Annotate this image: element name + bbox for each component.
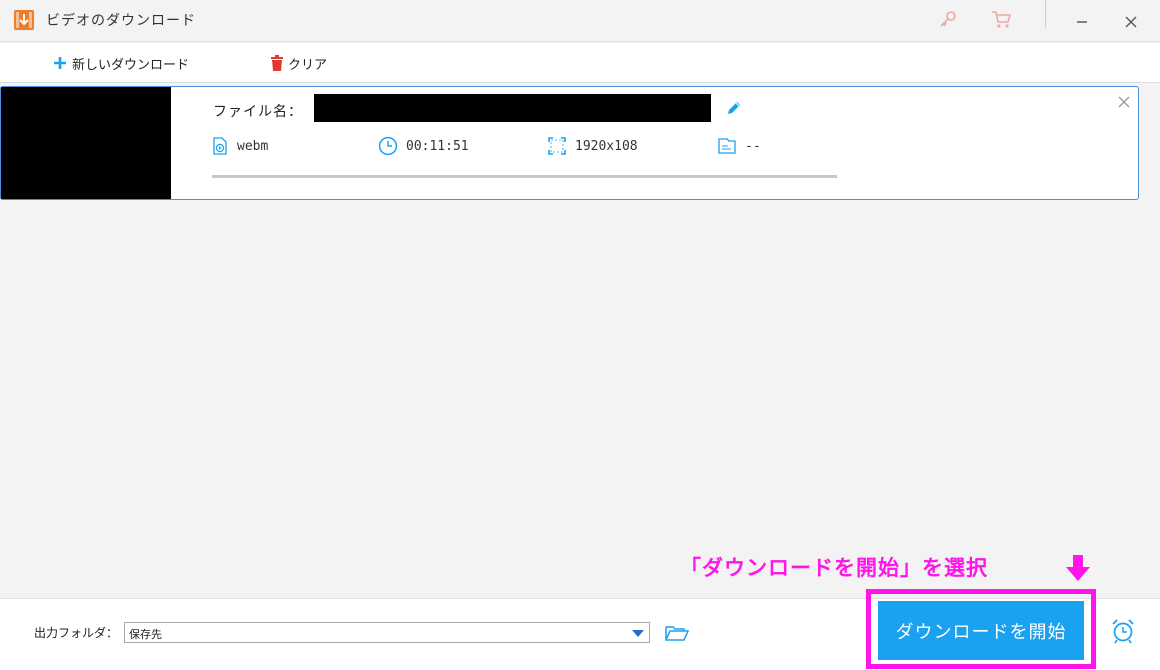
output-folder-label: 出力フォルダ： bbox=[34, 626, 119, 640]
clear-button[interactable]: クリア bbox=[270, 52, 327, 74]
download-task-card[interactable]: ファイル名： webm 00:11:51 1920x108 -- bbox=[0, 86, 1139, 200]
cart-icon[interactable] bbox=[988, 8, 1014, 30]
trash-icon bbox=[271, 55, 283, 71]
clear-label: クリア bbox=[288, 57, 328, 73]
format-info: webm bbox=[211, 136, 268, 156]
plus-icon bbox=[54, 57, 66, 69]
output-folder-select[interactable]: 保存先 bbox=[124, 622, 650, 643]
duration-value: 00:11:51 bbox=[406, 138, 469, 154]
start-download-button[interactable]: ダウンロードを開始 bbox=[878, 601, 1084, 660]
minimize-icon[interactable] bbox=[1069, 8, 1095, 30]
close-icon[interactable] bbox=[1118, 8, 1144, 30]
pencil-icon[interactable] bbox=[725, 99, 743, 117]
download-list: ファイル名： webm 00:11:51 1920x108 -- bbox=[0, 84, 1160, 598]
new-download-button[interactable]: 新しいダウンロード bbox=[52, 52, 189, 74]
download-progress-bar bbox=[212, 175, 837, 178]
size-value: -- bbox=[745, 138, 761, 154]
filename-field[interactable] bbox=[314, 94, 711, 122]
video-file-icon bbox=[213, 137, 227, 155]
clock-icon bbox=[378, 136, 398, 156]
download-app-icon bbox=[14, 10, 34, 30]
titlebar-separator bbox=[1045, 0, 1046, 28]
key-icon[interactable] bbox=[935, 8, 961, 30]
duration-info: 00:11:51 bbox=[378, 136, 469, 156]
document-icon bbox=[718, 138, 736, 154]
window-title: ビデオのダウンロード bbox=[46, 13, 196, 29]
title-bar: ビデオのダウンロード bbox=[0, 0, 1160, 42]
toolbar: 新しいダウンロード クリア bbox=[0, 43, 1160, 83]
format-value: webm bbox=[237, 138, 269, 154]
down-arrow-icon bbox=[1063, 553, 1093, 583]
output-folder-value: 保存先 bbox=[129, 628, 162, 641]
video-thumbnail bbox=[1, 87, 171, 199]
resolution-icon bbox=[548, 137, 566, 155]
size-info: -- bbox=[717, 136, 761, 156]
close-task-icon[interactable] bbox=[1117, 94, 1131, 108]
chevron-down-icon bbox=[632, 630, 644, 637]
alarm-clock-icon[interactable] bbox=[1110, 618, 1136, 644]
resolution-value: 1920x108 bbox=[575, 138, 638, 154]
annotation-text: 「ダウンロードを開始」を選択 bbox=[680, 556, 988, 580]
new-download-label: 新しいダウンロード bbox=[72, 57, 190, 73]
filename-label: ファイル名： bbox=[213, 104, 303, 120]
open-folder-icon[interactable] bbox=[664, 623, 690, 643]
resolution-info: 1920x108 bbox=[547, 136, 638, 156]
